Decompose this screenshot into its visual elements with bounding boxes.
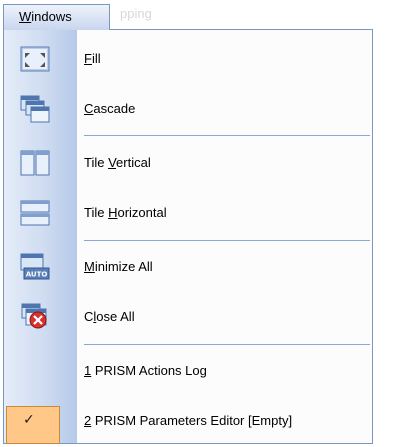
tile-vertical-label: ertical (116, 155, 151, 170)
cascade-label: ascade (93, 101, 136, 116)
menu-separator (84, 135, 370, 136)
menu-separator (84, 240, 370, 241)
menu-item-minimize-all[interactable]: AUTO Minimize All (4, 242, 372, 292)
app-root: pping Windows Fill Cascade Tile Vertical… (0, 0, 409, 447)
cascade-mnemonic: C (84, 101, 94, 116)
fill-icon (20, 45, 50, 73)
tile-horizontal-icon (20, 199, 50, 227)
fill-label: ill (91, 51, 101, 66)
tile-vertical-prefix: Tile (84, 155, 109, 170)
menu-item-fill[interactable]: Fill (4, 34, 372, 84)
menu-item-cascade[interactable]: Cascade (4, 84, 372, 134)
auto-text: AUTO (26, 271, 48, 279)
tile-vertical-icon (20, 149, 50, 177)
tile-horizontal-prefix: Tile (84, 205, 109, 220)
cascade-icon (20, 95, 50, 123)
checked-indicator: ✓ (6, 406, 60, 444)
close-all-label: ose All (96, 309, 135, 324)
menu-separator (84, 344, 370, 345)
menu-item-tile-vertical[interactable]: Tile Vertical (4, 138, 372, 188)
prism-parameters-editor-label: PRISM Parameters Editor [Empty] (91, 413, 293, 428)
tile-vertical-mnemonic: V (108, 155, 117, 170)
menu-item-prism-parameters-editor[interactable]: ✓ 2 PRISM Parameters Editor [Empty] (4, 396, 372, 446)
windows-dropdown-menu: Fill Cascade Tile Vertical Tile Horizont… (3, 29, 373, 444)
tile-horizontal-label: orizontal (117, 205, 167, 220)
close-all-icon (20, 303, 50, 331)
menu-item-close-all[interactable]: Close All (4, 292, 372, 342)
background-text: pping (120, 6, 152, 21)
menu-item-tile-horizontal[interactable]: Tile Horizontal (4, 188, 372, 238)
windows-menu-label: indows (31, 9, 72, 24)
windows-menu-mnemonic: W (19, 9, 32, 24)
minimize-all-icon: AUTO (20, 253, 50, 281)
checkmark-icon: ✓ (23, 411, 35, 427)
close-all-prefix: C (84, 309, 94, 324)
minimize-all-label: inimize All (94, 259, 153, 274)
windows-menu-title[interactable]: Windows (3, 4, 110, 30)
fill-mnemonic: F (84, 51, 92, 66)
minimize-all-mnemonic: M (84, 259, 95, 274)
prism-actions-log-label: PRISM Actions Log (91, 363, 207, 378)
menu-item-prism-actions-log[interactable]: 1 PRISM Actions Log (4, 346, 372, 396)
